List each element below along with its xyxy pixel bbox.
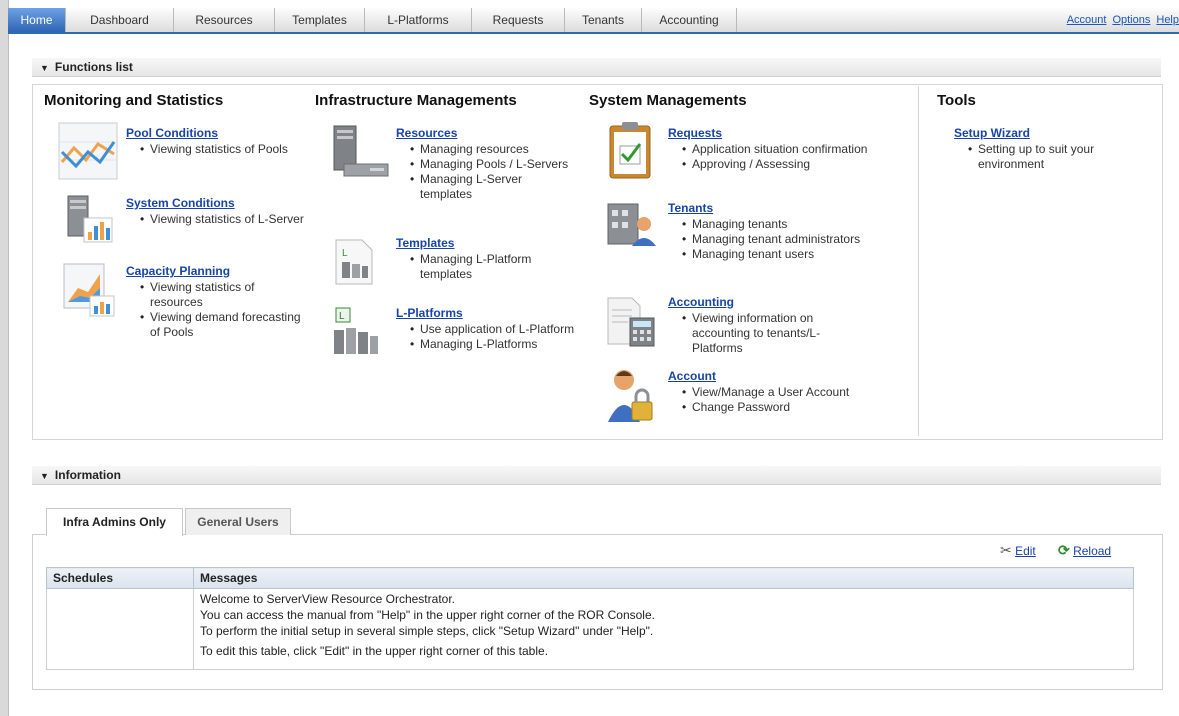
list-item: Viewing statistics of Pools	[140, 142, 296, 157]
account-function-link[interactable]: Account	[668, 369, 888, 383]
reload-icon: ⟳	[1058, 542, 1070, 558]
list-item: Managing L-Server templates	[410, 172, 576, 202]
tab-infra-admins-only[interactable]: Infra Admins Only	[46, 508, 183, 536]
svg-text:L: L	[342, 248, 348, 259]
functions-list-header[interactable]: ▼ Functions list	[32, 58, 1161, 77]
server-tower-icon	[333, 125, 389, 177]
capacity-chart-icon	[63, 263, 115, 317]
list-item: Managing tenant users	[682, 247, 868, 262]
reload-link[interactable]: Reload	[1073, 544, 1111, 558]
list-item: Viewing statistics of L-Server	[140, 212, 306, 227]
system-conditions-link[interactable]: System Conditions	[126, 196, 306, 210]
capacity-planning-item: Capacity Planning Viewing statistics of …	[126, 264, 306, 340]
reload-action[interactable]: ⟳ Reload	[1058, 542, 1111, 559]
l-platforms-link[interactable]: L-Platforms	[396, 306, 576, 320]
functions-list-title: Functions list	[54, 60, 133, 74]
edit-action[interactable]: ✂ Edit	[1000, 542, 1036, 559]
setup-wizard-link[interactable]: Setup Wizard	[954, 126, 1134, 140]
tab-resources[interactable]: Resources	[174, 8, 275, 32]
main-tab-bar: Home Dashboard Resources Templates L-Pla…	[8, 8, 1179, 34]
messages-column-header: Messages	[193, 567, 1134, 589]
accounting-link[interactable]: Accounting	[668, 295, 868, 309]
messages-cell: Welcome to ServerView Resource Orchestra…	[193, 588, 1134, 670]
tools-title: Tools	[937, 92, 976, 109]
list-item: Managing L-Platforms	[410, 337, 576, 352]
tenants-item: Tenants Managing tenants Managing tenant…	[668, 201, 868, 262]
tab-templates[interactable]: Templates	[275, 8, 365, 32]
server-bar-chart-icon	[67, 195, 113, 243]
schedules-cell	[46, 588, 194, 670]
list-item: Approving / Assessing	[682, 157, 868, 172]
list-item: Viewing information on accounting to ten…	[682, 311, 868, 356]
tab-l-platforms[interactable]: L-Platforms	[365, 8, 472, 32]
calculator-document-icon	[607, 297, 655, 347]
edit-tools-icon: ✂	[1000, 542, 1012, 558]
l-platform-icon: L	[334, 307, 378, 354]
information-title: Information	[54, 468, 121, 482]
tab-accounting[interactable]: Accounting	[642, 8, 737, 32]
table-row: Welcome to ServerView Resource Orchestra…	[46, 588, 1134, 670]
tab-general-users[interactable]: General Users	[185, 508, 291, 535]
clipboard-check-icon	[609, 122, 651, 179]
schedules-column-header: Schedules	[46, 567, 194, 589]
tab-tenants[interactable]: Tenants	[565, 8, 642, 32]
collapse-triangle-icon[interactable]: ▼	[40, 63, 49, 73]
message-line: Welcome to ServerView Resource Orchestra…	[200, 592, 455, 606]
monitoring-title: Monitoring and Statistics	[44, 92, 224, 109]
user-lock-icon	[608, 370, 653, 422]
list-item: Use application of L-Platform	[410, 322, 576, 337]
message-line: You can access the manual from "Help" in…	[200, 608, 655, 622]
building-user-icon	[607, 203, 656, 246]
system-title: System Managements	[589, 92, 747, 109]
list-item: View/Manage a User Account	[682, 385, 888, 400]
capacity-planning-link[interactable]: Capacity Planning	[126, 264, 306, 278]
collapse-triangle-icon[interactable]: ▼	[40, 471, 49, 481]
requests-item: Requests Application situation confirmat…	[668, 126, 868, 172]
information-header[interactable]: ▼ Information	[32, 466, 1161, 485]
top-links: Account Options Help	[1061, 14, 1179, 26]
l-platforms-item: L-Platforms Use application of L-Platfor…	[396, 306, 576, 352]
list-item: Change Password	[682, 400, 888, 415]
account-item: Account View/Manage a User Account Chang…	[668, 369, 888, 415]
list-item: Application situation confirmation	[682, 142, 868, 157]
setup-wizard-item: Setup Wizard Setting up to suit your env…	[954, 126, 1134, 172]
list-item: Viewing demand forecasting of Pools	[140, 310, 306, 340]
tab-home[interactable]: Home	[8, 8, 66, 32]
system-conditions-item: System Conditions Viewing statistics of …	[126, 196, 306, 227]
template-document-icon: L	[335, 239, 373, 285]
accounting-item: Accounting Viewing information on accoun…	[668, 295, 868, 356]
tools-separator	[918, 86, 919, 436]
list-item: Managing tenants	[682, 217, 868, 232]
pool-conditions-item: Pool Conditions Viewing statistics of Po…	[126, 126, 296, 157]
left-border	[0, 0, 9, 716]
line-chart-icon	[58, 122, 118, 180]
list-item: Setting up to suit your environment	[968, 142, 1134, 172]
infrastructure-title: Infrastructure Managements	[315, 92, 517, 109]
list-item: Viewing statistics of resources	[140, 280, 306, 310]
list-item: Managing Pools / L-Servers	[410, 157, 576, 172]
help-link[interactable]: Help	[1156, 14, 1179, 26]
edit-link[interactable]: Edit	[1015, 544, 1036, 558]
options-link[interactable]: Options	[1112, 14, 1150, 26]
svg-text:L: L	[339, 311, 345, 322]
list-item: Managing resources	[410, 142, 576, 157]
tab-dashboard[interactable]: Dashboard	[66, 8, 174, 32]
message-line: To edit this table, click "Edit" in the …	[200, 644, 549, 658]
tab-requests[interactable]: Requests	[472, 8, 565, 32]
resources-item: Resources Managing resources Managing Po…	[396, 126, 576, 202]
tenants-link[interactable]: Tenants	[668, 201, 868, 215]
list-item: Managing L-Platform templates	[410, 252, 576, 282]
templates-item: Templates Managing L-Platform templates	[396, 236, 576, 282]
list-item: Managing tenant administrators	[682, 232, 868, 247]
requests-link[interactable]: Requests	[668, 126, 868, 140]
account-link[interactable]: Account	[1067, 14, 1107, 26]
message-line: To perform the initial setup in several …	[200, 624, 654, 638]
templates-link[interactable]: Templates	[396, 236, 576, 250]
pool-conditions-link[interactable]: Pool Conditions	[126, 126, 296, 140]
schedules-messages-table: Schedules Messages Welcome to ServerView…	[46, 567, 1134, 670]
resources-link[interactable]: Resources	[396, 126, 576, 140]
